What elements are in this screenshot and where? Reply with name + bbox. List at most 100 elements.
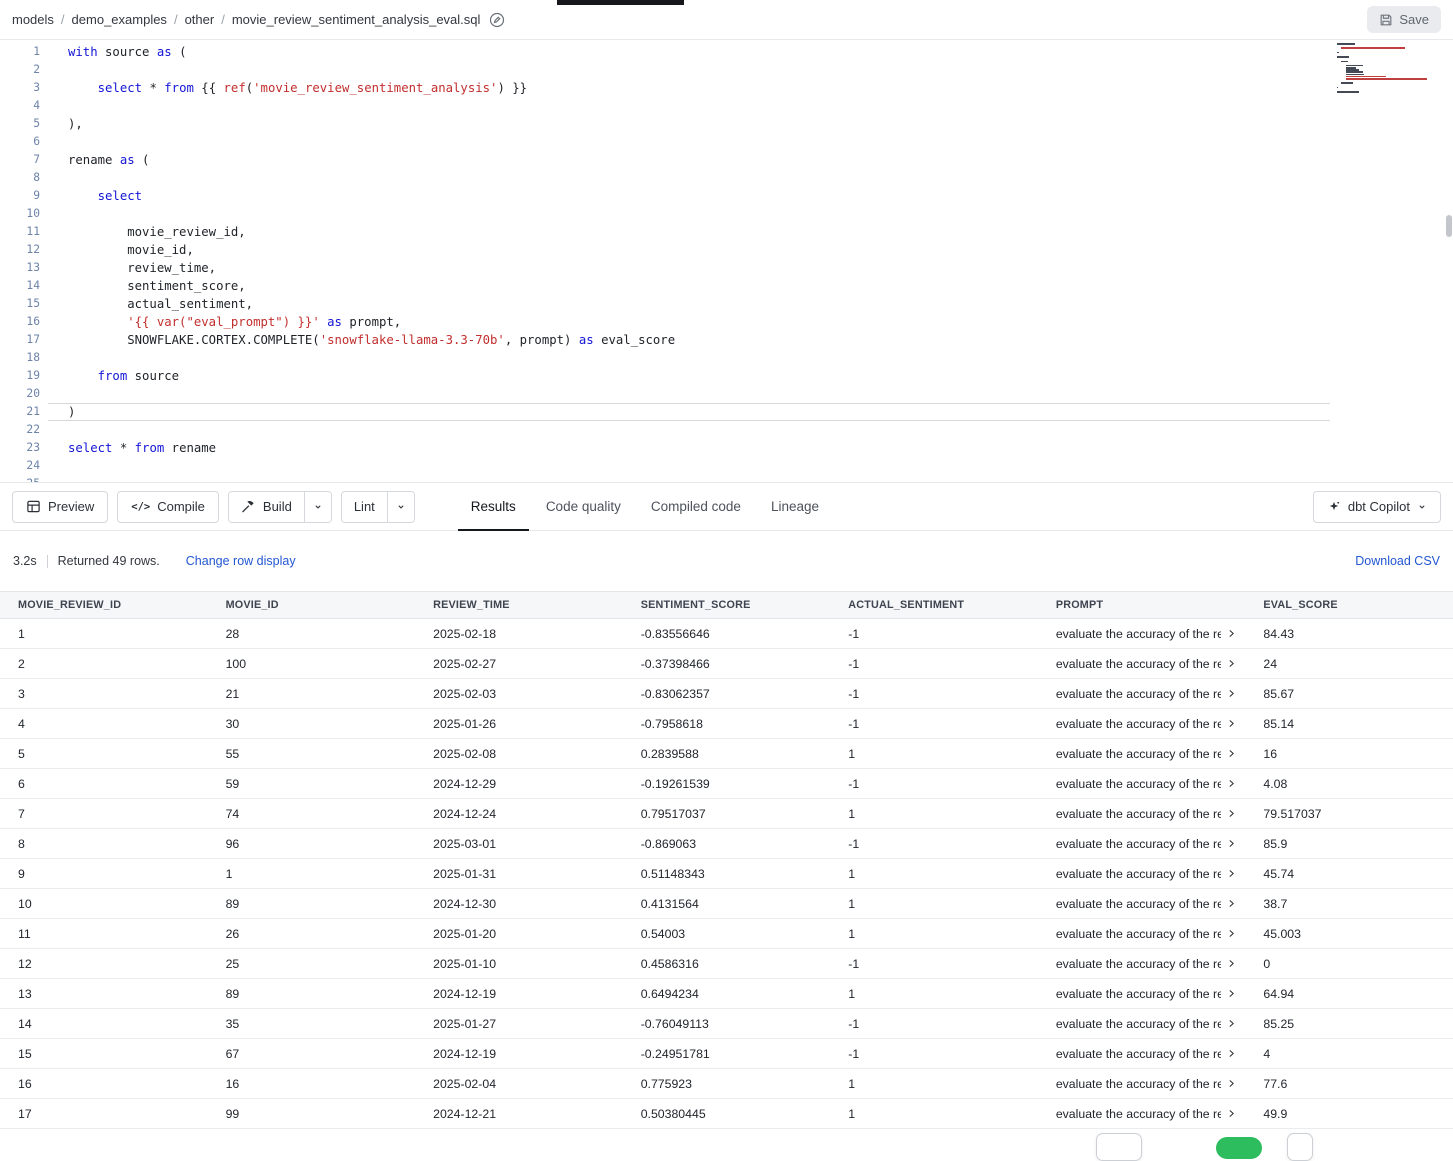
code-line[interactable]: '{{ var("eval_prompt") }}' as prompt, xyxy=(48,313,1453,331)
column-header-movie_id: MOVIE_ID xyxy=(208,592,416,619)
tab-compiled-code[interactable]: Compiled code xyxy=(638,483,754,530)
code-line[interactable]: sentiment_score, xyxy=(48,277,1453,295)
code-line[interactable]: from source xyxy=(48,367,1453,385)
dbt-copilot-button[interactable]: dbt Copilot xyxy=(1313,491,1441,523)
code-line[interactable]: ) xyxy=(48,403,1330,421)
column-header-movie_review_id: MOVIE_REVIEW_ID xyxy=(0,592,208,619)
breadcrumb-segment[interactable]: other xyxy=(185,12,215,27)
download-csv-link[interactable]: Download CSV xyxy=(1355,554,1440,568)
line-number: 17 xyxy=(0,331,48,349)
compile-button[interactable]: </> Compile xyxy=(117,491,219,523)
code-line[interactable]: movie_id, xyxy=(48,241,1453,259)
expand-cell-icon[interactable] xyxy=(1226,778,1237,789)
prompt-cell: evaluate the accuracy of the res... xyxy=(1038,889,1246,919)
minimap[interactable] xyxy=(1337,43,1437,98)
lint-dropdown-button[interactable] xyxy=(387,492,414,522)
prompt-cell: evaluate the accuracy of the res... xyxy=(1038,1039,1246,1069)
expand-cell-icon[interactable] xyxy=(1226,1018,1237,1029)
code-line[interactable] xyxy=(48,205,1453,223)
code-line[interactable]: select * from {{ ref('movie_review_senti… xyxy=(48,79,1453,97)
expand-cell-icon[interactable] xyxy=(1226,718,1237,729)
table-cell: 0.54003 xyxy=(623,919,831,949)
code-line[interactable] xyxy=(48,457,1453,475)
code-line[interactable]: rename as ( xyxy=(48,151,1453,169)
code-area[interactable]: with source as ( select * from {{ ref('m… xyxy=(48,40,1453,482)
table-cell: 1 xyxy=(208,859,416,889)
chevron-down-icon xyxy=(396,502,406,512)
table-cell: 1 xyxy=(0,619,208,649)
table-cell: 6 xyxy=(0,769,208,799)
cutoff-button-left[interactable] xyxy=(1096,1133,1142,1161)
edit-file-icon[interactable] xyxy=(489,12,505,28)
prompt-cell: evaluate the accuracy of the res... xyxy=(1038,619,1246,649)
code-line[interactable] xyxy=(48,169,1453,187)
expand-cell-icon[interactable] xyxy=(1226,1108,1237,1119)
code-line[interactable] xyxy=(48,61,1453,79)
change-row-display-link[interactable]: Change row display xyxy=(186,554,296,568)
code-line[interactable]: select xyxy=(48,187,1453,205)
code-line[interactable]: movie_review_id, xyxy=(48,223,1453,241)
build-button[interactable]: Build xyxy=(229,492,304,522)
table-cell: 2025-01-20 xyxy=(415,919,623,949)
line-number: 2 xyxy=(0,61,48,79)
scrollbar-thumb[interactable] xyxy=(1446,215,1452,237)
tab-lineage[interactable]: Lineage xyxy=(758,483,832,530)
build-dropdown-button[interactable] xyxy=(304,492,331,522)
breadcrumb-segment[interactable]: demo_examples xyxy=(72,12,167,27)
breadcrumb-segment[interactable]: movie_review_sentiment_analysis_eval.sql xyxy=(232,12,481,27)
table-cell: 1 xyxy=(830,1099,1038,1129)
code-line[interactable]: actual_sentiment, xyxy=(48,295,1453,313)
editor-scrollbar[interactable] xyxy=(1444,40,1453,482)
lint-button[interactable]: Lint xyxy=(342,492,387,522)
breadcrumb-segment[interactable]: models xyxy=(12,12,54,27)
line-number: 20 xyxy=(0,385,48,403)
table-cell: 2025-01-27 xyxy=(415,1009,623,1039)
code-line[interactable] xyxy=(48,421,1453,439)
expand-cell-icon[interactable] xyxy=(1226,988,1237,999)
code-line[interactable] xyxy=(48,97,1453,115)
expand-cell-icon[interactable] xyxy=(1226,748,1237,759)
line-number: 13 xyxy=(0,259,48,277)
code-line[interactable]: review_time, xyxy=(48,259,1453,277)
code-line[interactable]: with source as ( xyxy=(48,43,1453,61)
eval-score-cell: 85.14 xyxy=(1245,709,1453,739)
expand-cell-icon[interactable] xyxy=(1226,868,1237,879)
expand-cell-icon[interactable] xyxy=(1226,958,1237,969)
code-line[interactable] xyxy=(48,349,1453,367)
code-line[interactable] xyxy=(48,385,1453,403)
expand-cell-icon[interactable] xyxy=(1226,658,1237,669)
table-cell: 0.51148343 xyxy=(623,859,831,889)
table-cell: 0.775923 xyxy=(623,1069,831,1099)
code-line[interactable] xyxy=(48,133,1453,151)
minimap-line xyxy=(1337,43,1355,45)
expand-cell-icon[interactable] xyxy=(1226,808,1237,819)
code-line[interactable] xyxy=(48,475,1453,482)
code-line[interactable]: SNOWFLAKE.CORTEX.COMPLETE('snowflake-lla… xyxy=(48,331,1453,349)
prompt-cell: evaluate the accuracy of the res... xyxy=(1038,769,1246,799)
expand-cell-icon[interactable] xyxy=(1226,1048,1237,1059)
expand-cell-icon[interactable] xyxy=(1226,928,1237,939)
expand-cell-icon[interactable] xyxy=(1226,838,1237,849)
expand-cell-icon[interactable] xyxy=(1226,688,1237,699)
code-line[interactable]: select * from rename xyxy=(48,439,1453,457)
tab-code-quality[interactable]: Code quality xyxy=(533,483,634,530)
expand-cell-icon[interactable] xyxy=(1226,898,1237,909)
expand-cell-icon[interactable] xyxy=(1226,628,1237,639)
prompt-preview-text: evaluate the accuracy of the res... xyxy=(1056,657,1222,671)
save-label: Save xyxy=(1399,12,1429,27)
eval-score-cell: 45.74 xyxy=(1245,859,1453,889)
tab-results[interactable]: Results xyxy=(458,483,529,530)
expand-cell-icon[interactable] xyxy=(1226,1078,1237,1089)
save-button[interactable]: Save xyxy=(1367,6,1441,33)
table-row: 7742024-12-240.795170371evaluate the acc… xyxy=(0,799,1453,829)
column-header-prompt: PROMPT xyxy=(1038,592,1246,619)
table-cell: 0.6494234 xyxy=(623,979,831,1009)
cutoff-green-pill[interactable] xyxy=(1216,1137,1262,1159)
preview-button[interactable]: Preview xyxy=(12,491,108,523)
table-cell: 16 xyxy=(208,1069,416,1099)
table-cell: 10 xyxy=(0,889,208,919)
code-line[interactable]: ), xyxy=(48,115,1453,133)
results-body: 1282025-02-18-0.83556646-1evaluate the a… xyxy=(0,619,1453,1129)
table-cell: 2 xyxy=(0,649,208,679)
cutoff-button-right[interactable] xyxy=(1287,1133,1313,1161)
